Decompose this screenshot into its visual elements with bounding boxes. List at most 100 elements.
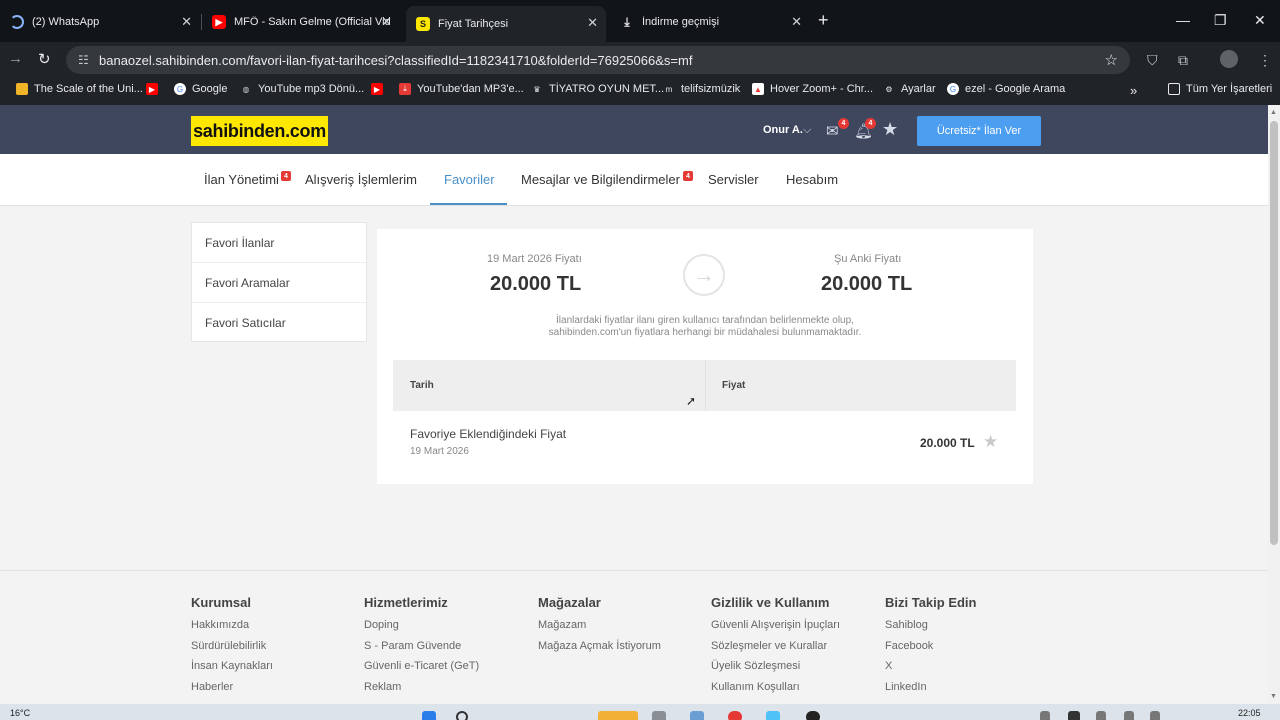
sidebar-item-favori-aramalar[interactable]: Favori Aramalar (192, 263, 366, 303)
tab-alisveris-islemlerim[interactable]: Alışveriş İşlemlerim (305, 172, 417, 187)
extensions-icon[interactable]: ⧉ (1178, 52, 1188, 69)
new-tab-button[interactable]: + (818, 10, 829, 31)
footer-link[interactable]: LinkedIn (885, 681, 977, 702)
bookmark-item[interactable]: ▲ Hover Zoom+ - Chr... (752, 83, 873, 95)
user-menu[interactable]: Onur A. (763, 124, 803, 136)
free-listing-button[interactable]: Ücretsiz* İlan Ver (917, 116, 1041, 146)
footer-link[interactable]: Güvenli e-Ticaret (GeT) (364, 660, 479, 681)
tab-downloads[interactable]: ⤓ İndirme geçmişi ✕ (610, 8, 810, 36)
footer-link[interactable]: Kullanım Koşulları (711, 681, 840, 702)
tab-fiyat-tarihcesi[interactable]: S Fiyat Tarihçesi ✕ (406, 6, 606, 42)
bookmark-star-icon[interactable]: ☆ (1105, 51, 1118, 69)
page-scrollbar[interactable]: ▲ ▼ (1268, 105, 1280, 704)
windows-start-icon[interactable] (422, 711, 436, 720)
close-icon[interactable]: ✕ (791, 14, 802, 30)
tray-icon[interactable] (1124, 711, 1134, 720)
bookmark-item[interactable]: ◍ YouTube mp3 Dönü... (240, 83, 365, 95)
restore-icon[interactable]: ❐ (1214, 12, 1227, 29)
more-bookmarks-icon[interactable]: » (1130, 83, 1137, 98)
tab-favoriler[interactable]: Favoriler (444, 172, 495, 187)
tab-whatsapp[interactable]: (2) WhatsApp ✕ (0, 8, 200, 36)
star-icon[interactable]: ★ (983, 432, 998, 452)
footer-link[interactable]: Haberler (191, 681, 273, 702)
bookmark-item[interactable]: The Scale of the Uni... (16, 83, 143, 95)
footer-link[interactable]: Güvenli Alışverişin İpuçları (711, 619, 840, 640)
window-close-icon[interactable]: ✕ (1254, 12, 1266, 29)
footer-link[interactable]: Sözleşmeler ve Kurallar (711, 640, 840, 661)
close-icon[interactable]: ✕ (587, 15, 598, 31)
close-icon[interactable]: ✕ (381, 14, 392, 30)
sahibinden-favicon: S (416, 17, 430, 31)
footer-link[interactable]: S - Param Güvende (364, 640, 479, 661)
footer-link[interactable]: Mağaza Açmak İstiyorum (538, 640, 661, 661)
scrollbar-thumb[interactable] (1270, 121, 1278, 545)
footer-link[interactable]: Sürdürülebilirlik (191, 640, 273, 661)
tab-title: İndirme geçmişi (642, 16, 720, 28)
tray-icon[interactable] (1150, 711, 1160, 720)
app-icon[interactable] (766, 711, 780, 720)
footer-link[interactable]: Sahiblog (885, 619, 977, 640)
bookmark-label: Google (192, 83, 228, 95)
footer-heading: Hizmetlerimiz (364, 595, 448, 610)
reload-icon[interactable]: ↻ (38, 50, 51, 68)
tab-hesabim[interactable]: Hesabım (786, 172, 838, 187)
search-icon[interactable] (456, 711, 468, 720)
bookmark-item[interactable]: ⚙ Ayarlar (883, 83, 935, 95)
active-tab-indicator (430, 203, 507, 205)
bookmark-item[interactable]: m telifsizmüzik (663, 83, 741, 95)
task-view-icon[interactable] (652, 711, 666, 720)
footer-link[interactable]: İnsan Kaynakları (191, 660, 273, 681)
bookmark-item[interactable]: Gezel - Google Arama (947, 83, 1065, 95)
site-logo[interactable]: sahibinden.com (191, 116, 328, 146)
footer-link[interactable]: Mağazam (538, 619, 661, 640)
tray-icon[interactable] (1068, 711, 1080, 720)
sidebar-item-favori-saticilar[interactable]: Favori Satıcılar (192, 303, 366, 343)
tab-ilan-yonetimi[interactable]: İlan Yönetimi (204, 172, 279, 187)
bookmark-item[interactable]: ⤓ YouTube'dan MP3'e... (399, 83, 524, 95)
tray-icon[interactable] (1096, 711, 1106, 720)
tab-mesajlar[interactable]: Mesajlar ve Bilgilendirmeler (521, 172, 680, 187)
profile-avatar[interactable] (1220, 50, 1238, 68)
weather-temperature[interactable]: 16°C (10, 708, 30, 718)
footer-link[interactable]: Hakkımızda (191, 619, 273, 640)
row-label: Favoriye Eklendiğindeki Fiyat (410, 427, 567, 441)
sidebar-item-favori-ilanlar[interactable]: Favori İlanlar (192, 223, 366, 263)
footer-link[interactable]: Facebook (885, 640, 977, 661)
menu-icon[interactable]: ⋮ (1258, 52, 1272, 69)
footer-link[interactable]: Üyelik Sözleşmesi (711, 660, 840, 681)
bookmark-label: YouTube'dan MP3'e... (417, 83, 524, 95)
scroll-up-icon[interactable]: ▲ (1270, 109, 1277, 116)
all-bookmarks-folder[interactable]: Tüm Yer İşaretleri (1168, 83, 1272, 95)
nav-badge: 4 (683, 171, 693, 181)
close-icon[interactable]: ✕ (181, 14, 192, 30)
site-info-icon[interactable]: ☷ (78, 53, 89, 67)
address-bar[interactable]: ☷ banaozel.sahibinden.com/favori-ilan-fi… (66, 46, 1130, 74)
app-icon[interactable] (806, 711, 820, 720)
chevron-down-icon[interactable]: ⌵ (803, 124, 811, 137)
bookmark-item[interactable]: G Google (174, 83, 227, 95)
taskbar-clock[interactable]: 22:05 (1238, 708, 1261, 718)
scroll-down-icon[interactable]: ▼ (1270, 693, 1277, 700)
youtube-icon: ▶ (146, 83, 158, 95)
tab-youtube[interactable]: ▶ MFÖ - Sakın Gelme (Official Vid ✕ (202, 8, 406, 36)
column-header-price: Fiyat (722, 380, 746, 391)
widget-icon[interactable] (598, 711, 638, 720)
bookmark-item[interactable]: ▶ (146, 83, 164, 95)
bookmark-item[interactable]: ▶ (371, 83, 389, 95)
tab-servisler[interactable]: Servisler (708, 172, 759, 187)
browser-tab-strip: (2) WhatsApp ✕ ▶ MFÖ - Sakın Gelme (Offi… (0, 0, 1280, 42)
shield-extension-icon[interactable]: ⛉ (1147, 52, 1158, 69)
app-icon[interactable] (690, 711, 704, 720)
footer-link[interactable]: Reklam (364, 681, 479, 702)
chrome-icon[interactable] (728, 711, 742, 720)
forward-icon[interactable]: → (8, 50, 23, 67)
bookmark-item[interactable]: ♛ TİYATRO OYUN MET... (531, 83, 664, 95)
footer-link[interactable]: Doping (364, 619, 479, 640)
current-price-label: Şu Anki Fiyatı (834, 253, 902, 265)
windows-taskbar: 16°C 22:05 (0, 704, 1280, 720)
minimize-icon[interactable]: — (1176, 12, 1190, 28)
footer-link[interactable]: X (885, 660, 977, 681)
tray-icon[interactable] (1040, 711, 1050, 720)
mail-icon[interactable]: ✉ (826, 122, 839, 140)
favorites-star-icon[interactable]: ★ (882, 119, 898, 140)
